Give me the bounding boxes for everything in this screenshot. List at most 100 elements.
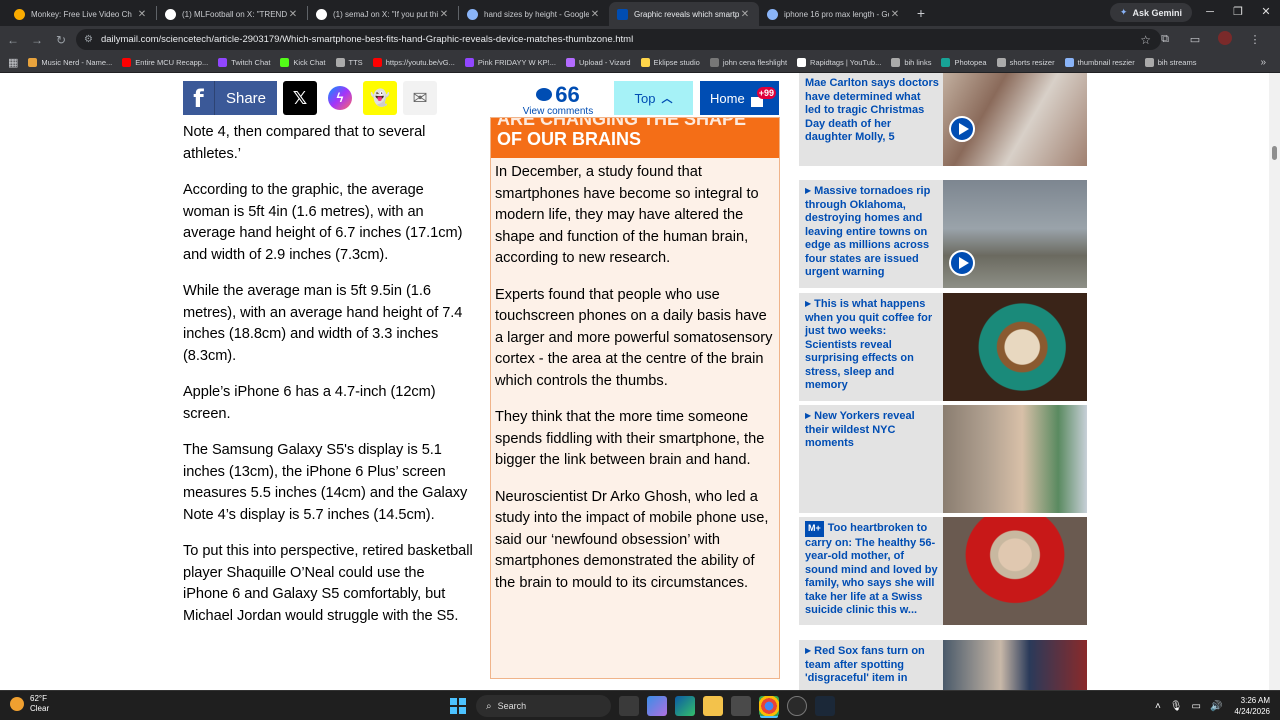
rail-story-headline: ▶ This is what happens when you quit coff… — [805, 297, 939, 393]
address-bar[interactable]: ⚙ dailymail.com/sciencetech/article-2903… — [76, 29, 1161, 50]
minimize-icon[interactable]: ─ — [1196, 0, 1224, 24]
obs-icon[interactable] — [787, 696, 807, 716]
rail-story[interactable]: ▶ Red Sox fans turn on team after spottin… — [799, 640, 1087, 690]
bookmark-item[interactable]: bih streams — [1144, 58, 1196, 67]
bookmark-label: Music Nerd - Name... — [41, 58, 113, 67]
bookmark-item[interactable]: john cena fleshlight — [709, 58, 787, 67]
close-tab-icon[interactable]: ✕ — [589, 9, 601, 20]
taskbar-search[interactable]: ⌕ Search — [476, 695, 611, 717]
ask-gemini-button[interactable]: ✦ Ask Gemini — [1109, 3, 1192, 22]
volume-icon[interactable]: 🔊 — [1210, 701, 1222, 712]
bookmarks-bar: ▦ Music Nerd - Name... Entire MCU Recapp.… — [0, 53, 1280, 73]
apps-grid-icon[interactable]: ▦ — [8, 56, 18, 69]
file-explorer-icon[interactable] — [703, 696, 723, 716]
play-video-icon[interactable] — [949, 250, 975, 276]
browser-tab[interactable]: Monkey: Free Live Video Ch ✕ — [6, 2, 156, 26]
reload-icon[interactable]: ↻ — [50, 33, 72, 47]
email-share-icon[interactable]: ✉ — [403, 81, 437, 115]
bookmark-item[interactable]: Rapidtags | YouTub... — [797, 58, 881, 67]
edge-icon[interactable] — [675, 696, 695, 716]
bookmark-label: Eklipse studio — [653, 58, 700, 67]
sidebar-icon[interactable]: ▭ — [1180, 33, 1210, 46]
more-bookmarks-icon[interactable]: » — [1260, 57, 1266, 68]
bullet-triangle-icon: ▶ — [805, 646, 812, 655]
bookmark-item[interactable]: Eklipse studio — [640, 58, 700, 67]
site-info-icon[interactable]: ⚙ — [84, 34, 93, 45]
rail-story[interactable]: ▶ New Yorkers reveal their wildest NYC mo… — [799, 405, 1087, 513]
play-video-icon[interactable] — [949, 116, 975, 142]
snapchat-share-icon[interactable]: 👻 — [363, 81, 397, 115]
copilot-icon[interactable] — [647, 696, 667, 716]
browser-tab[interactable]: (1) semaJ on X: "If you put this ✕ — [308, 2, 458, 26]
bookmark-favicon-icon — [1144, 58, 1154, 67]
close-tab-icon[interactable]: ✕ — [287, 9, 299, 20]
bookmark-item[interactable]: Upload - Vizard — [565, 58, 631, 67]
bookmark-item[interactable]: TTS — [335, 58, 363, 67]
rail-story[interactable]: M+ Too heartbroken to carry on: The healt… — [799, 517, 1087, 625]
page-scrollbar[interactable] — [1269, 73, 1280, 690]
close-tab-icon[interactable]: ✕ — [889, 9, 901, 20]
bookmark-label: thumbnail reszier — [1077, 58, 1135, 67]
x-favicon-icon — [316, 8, 327, 20]
messenger-share-icon[interactable]: ϟ — [323, 81, 357, 115]
steam-icon[interactable] — [815, 696, 835, 716]
close-tab-icon[interactable]: ✕ — [136, 9, 148, 20]
bookmark-item[interactable]: bih links — [891, 58, 931, 67]
article-body: Note 4, then compared that to several at… — [183, 122, 473, 642]
bookmark-item[interactable]: Music Nerd - Name... — [28, 58, 112, 67]
bookmark-item[interactable]: thumbnail reszier — [1064, 58, 1135, 67]
bookmark-item[interactable]: Pink FRIDAYY W KP!... — [464, 58, 556, 67]
article-paragraph: According to the graphic, the average wo… — [183, 182, 463, 263]
rail-story[interactable]: ▶ Massive tornadoes rip through Oklahoma,… — [799, 180, 1087, 288]
comments-link[interactable]: 66 View comments — [520, 84, 596, 118]
facebook-share-button[interactable]: f Share — [183, 81, 277, 115]
browser-tab-active[interactable]: Graphic reveals which smartphc ✕ — [609, 2, 759, 26]
fact-box: ARE CHANGING THE SHAPE OF OUR BRAINS In … — [490, 117, 780, 679]
back-to-top-button[interactable]: Top ︿ — [614, 81, 693, 115]
bookmark-label: Pink FRIDAYY W KP!... — [477, 58, 556, 67]
chevron-up-icon[interactable]: ˄ — [1155, 701, 1161, 712]
store-icon[interactable] — [731, 696, 751, 716]
clock[interactable]: 3:26 AM 4/24/2026 — [1234, 695, 1270, 717]
bookmark-item[interactable]: Entire MCU Recapp... — [122, 58, 208, 67]
bookmark-item[interactable]: Photopea — [941, 58, 987, 67]
home-button[interactable]: Home +99 — [700, 81, 779, 115]
google-favicon-icon — [467, 8, 478, 20]
microphone-icon[interactable]: 🎙 — [1170, 701, 1183, 712]
x-share-icon[interactable]: 𝕏 — [283, 81, 317, 115]
rail-story[interactable]: ▶ This is what happens when you quit coff… — [799, 293, 1087, 401]
close-tab-icon[interactable]: ✕ — [438, 9, 450, 20]
bookmark-item[interactable]: Twitch Chat — [218, 58, 270, 67]
scrollbar-thumb[interactable] — [1272, 146, 1277, 160]
forward-icon[interactable]: → — [26, 33, 48, 47]
clock-time: 3:26 AM — [1240, 696, 1270, 705]
bookmark-item[interactable]: shorts resizer — [996, 58, 1055, 67]
menu-icon[interactable]: ⋮ — [1240, 33, 1270, 46]
bookmark-item[interactable]: https://youtu.be/vG... — [372, 58, 455, 67]
task-view-icon[interactable] — [619, 696, 639, 716]
article-paragraph: The Samsung Galaxy S5's display is 5.1 i… — [183, 442, 468, 523]
new-tab-button[interactable]: + — [909, 2, 933, 26]
x-favicon-icon — [165, 8, 176, 20]
search-icon: ⌕ — [486, 700, 492, 712]
browser-tab[interactable]: iphone 16 pro max length - Goo ✕ — [759, 2, 909, 26]
back-icon[interactable]: ← — [2, 33, 24, 47]
bookmark-label: bih links — [904, 58, 932, 67]
rail-story[interactable]: Mae Carlton says doctors have determined… — [799, 73, 1087, 166]
extensions-icon[interactable]: ⧉ — [1150, 33, 1180, 46]
network-icon[interactable]: ▭ — [1192, 701, 1201, 712]
rail-story-text: This is what happens when you quit coffe… — [805, 298, 933, 391]
weather-widget[interactable]: 62°F Clear — [10, 694, 49, 714]
bookmark-item[interactable]: Kick Chat — [280, 58, 326, 67]
close-window-icon[interactable]: ✕ — [1252, 0, 1280, 24]
start-button-icon[interactable] — [450, 698, 466, 714]
bookmark-label: TTS — [348, 58, 363, 67]
profile-avatar[interactable] — [1210, 31, 1240, 48]
bookmark-favicon-icon — [464, 58, 474, 67]
browser-tab[interactable]: hand sizes by height - Google S ✕ — [459, 2, 609, 26]
maximize-icon[interactable]: ❐ — [1224, 0, 1252, 24]
chrome-icon[interactable] — [759, 696, 779, 716]
window-controls: ─ ❐ ✕ — [1196, 0, 1280, 24]
close-tab-icon[interactable]: ✕ — [739, 9, 751, 20]
browser-tab[interactable]: (1) MLFootball on X: "TRENDIN ✕ — [157, 2, 307, 26]
